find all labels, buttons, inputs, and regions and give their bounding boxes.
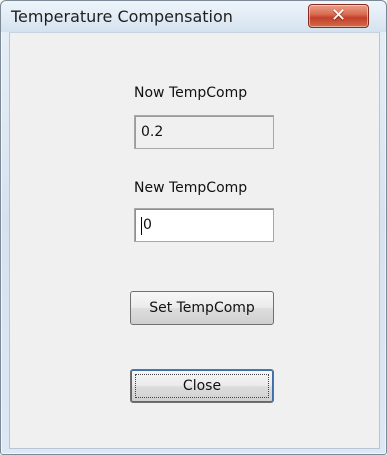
window-close-button[interactable]: ✕ xyxy=(308,4,369,28)
dialog-window: Temperature Compensation ✕ Now TempComp … xyxy=(0,0,387,455)
now-tempcomp-label: Now TempComp xyxy=(134,85,248,101)
window-title: Temperature Compensation xyxy=(11,7,233,26)
new-tempcomp-input[interactable]: 0 xyxy=(134,208,274,242)
close-button-label: Close xyxy=(182,378,222,394)
new-tempcomp-value: 0 xyxy=(143,217,152,233)
titlebar: Temperature Compensation ✕ xyxy=(1,1,386,32)
now-tempcomp-value: 0.2 xyxy=(141,124,164,140)
text-caret xyxy=(141,217,142,235)
close-button[interactable]: Close xyxy=(130,369,274,403)
close-icon: ✕ xyxy=(330,5,347,26)
dialog-client-area: Now TempComp 0.2 New TempComp 0 Set Temp… xyxy=(9,32,380,449)
new-tempcomp-label: New TempComp xyxy=(134,180,248,196)
set-tempcomp-button[interactable]: Set TempComp xyxy=(130,291,274,325)
now-tempcomp-readonly-field: 0.2 xyxy=(134,115,274,149)
